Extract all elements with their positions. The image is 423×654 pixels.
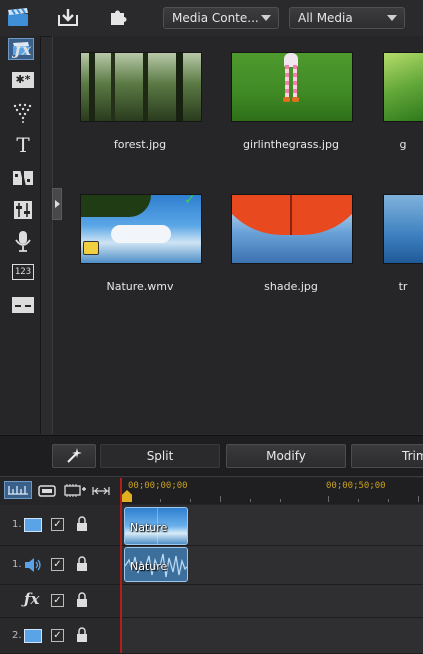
timecode-mark: 00;00;50;00	[326, 481, 386, 491]
storyboard-view-icon[interactable]	[38, 483, 56, 502]
audio-clip[interactable]: Nature	[124, 547, 188, 582]
modify-button[interactable]: Modify	[226, 444, 346, 468]
content-dropdown-label: Media Conte...	[172, 11, 259, 25]
speaker-icon	[25, 558, 41, 572]
track-enable-checkbox[interactable]: ✓	[51, 629, 64, 642]
chapter-icon[interactable]: 123	[12, 264, 34, 280]
timeline-view-icon[interactable]	[4, 481, 32, 499]
lock-icon[interactable]	[76, 556, 88, 572]
subtitle-icon[interactable]	[12, 297, 34, 313]
playhead-line[interactable]	[120, 478, 122, 653]
filter-dropdown[interactable]: All Media	[289, 7, 405, 29]
filter-dropdown-label: All Media	[298, 11, 353, 25]
media-item-label: girlinthegrass.jpg	[243, 138, 339, 151]
voice-record-icon[interactable]	[14, 230, 32, 256]
transition-icon[interactable]	[12, 167, 34, 191]
lock-icon[interactable]	[76, 627, 88, 643]
trim-button[interactable]: Trim	[351, 444, 423, 468]
track-header: ƒx ✓	[0, 585, 121, 617]
collapse-panel-handle[interactable]	[52, 188, 62, 220]
audio-mix-icon[interactable]	[12, 199, 34, 225]
track-header: 1. ✓	[0, 505, 121, 545]
grass-thumbnail[interactable]	[383, 52, 423, 122]
track-enable-checkbox[interactable]: ✓	[51, 594, 64, 607]
shade-thumbnail[interactable]	[231, 194, 353, 264]
clapperboard-icon[interactable]	[6, 6, 30, 28]
add-tracks-icon[interactable]	[64, 483, 86, 502]
lock-icon[interactable]	[76, 592, 88, 608]
title-icon[interactable]: T	[12, 133, 34, 157]
magic-wand-icon	[67, 448, 82, 463]
media-item-label: Nature.wmv	[106, 280, 174, 293]
track-header: 2. ✓	[0, 618, 121, 653]
track-number: 1.	[12, 519, 22, 530]
forest-thumbnail[interactable]	[80, 52, 202, 122]
girlinthegrass-thumbnail[interactable]	[231, 52, 353, 122]
media-item-label: tr	[398, 280, 408, 293]
content-dropdown[interactable]: Media Conte...	[163, 7, 279, 29]
split-button[interactable]: Split	[100, 444, 220, 468]
timeline-ruler[interactable]: 00;00;00;00 00;00;50;00	[120, 478, 423, 504]
media-item-label: shade.jpg	[264, 280, 318, 293]
import-media-icon[interactable]	[56, 6, 80, 28]
clip-label: Nature	[130, 521, 168, 534]
timecode-start: 00;00;00;00	[128, 481, 188, 491]
magic-tools-button[interactable]	[52, 444, 96, 468]
fit-timeline-icon[interactable]	[92, 483, 110, 502]
media-item-label: g	[399, 138, 407, 151]
particle-icon[interactable]	[12, 103, 34, 127]
track-enable-checkbox[interactable]: ✓	[51, 518, 64, 531]
lock-icon[interactable]	[76, 516, 88, 532]
pip-icon[interactable]: ✱*	[12, 72, 34, 88]
checkmark-icon: ✓	[184, 192, 196, 208]
chevron-down-icon	[387, 15, 397, 21]
fx-icon[interactable]: ƒx	[10, 40, 36, 62]
video-track-icon	[24, 518, 42, 532]
chevron-down-icon	[261, 15, 271, 21]
video-clip[interactable]: Nature	[124, 507, 188, 545]
sea-thumbnail[interactable]	[383, 194, 423, 264]
track-number: 2.	[12, 630, 22, 641]
media-item-label: forest.jpg	[113, 138, 167, 151]
clip-label: Nature	[130, 560, 168, 573]
track-number: 1.	[12, 559, 22, 570]
track-header: 1. ✓	[0, 546, 121, 584]
plugin-puzzle-icon[interactable]	[106, 6, 130, 28]
track-enable-checkbox[interactable]: ✓	[51, 558, 64, 571]
video-track-icon	[24, 629, 42, 643]
fx-icon: ƒx	[24, 590, 40, 608]
